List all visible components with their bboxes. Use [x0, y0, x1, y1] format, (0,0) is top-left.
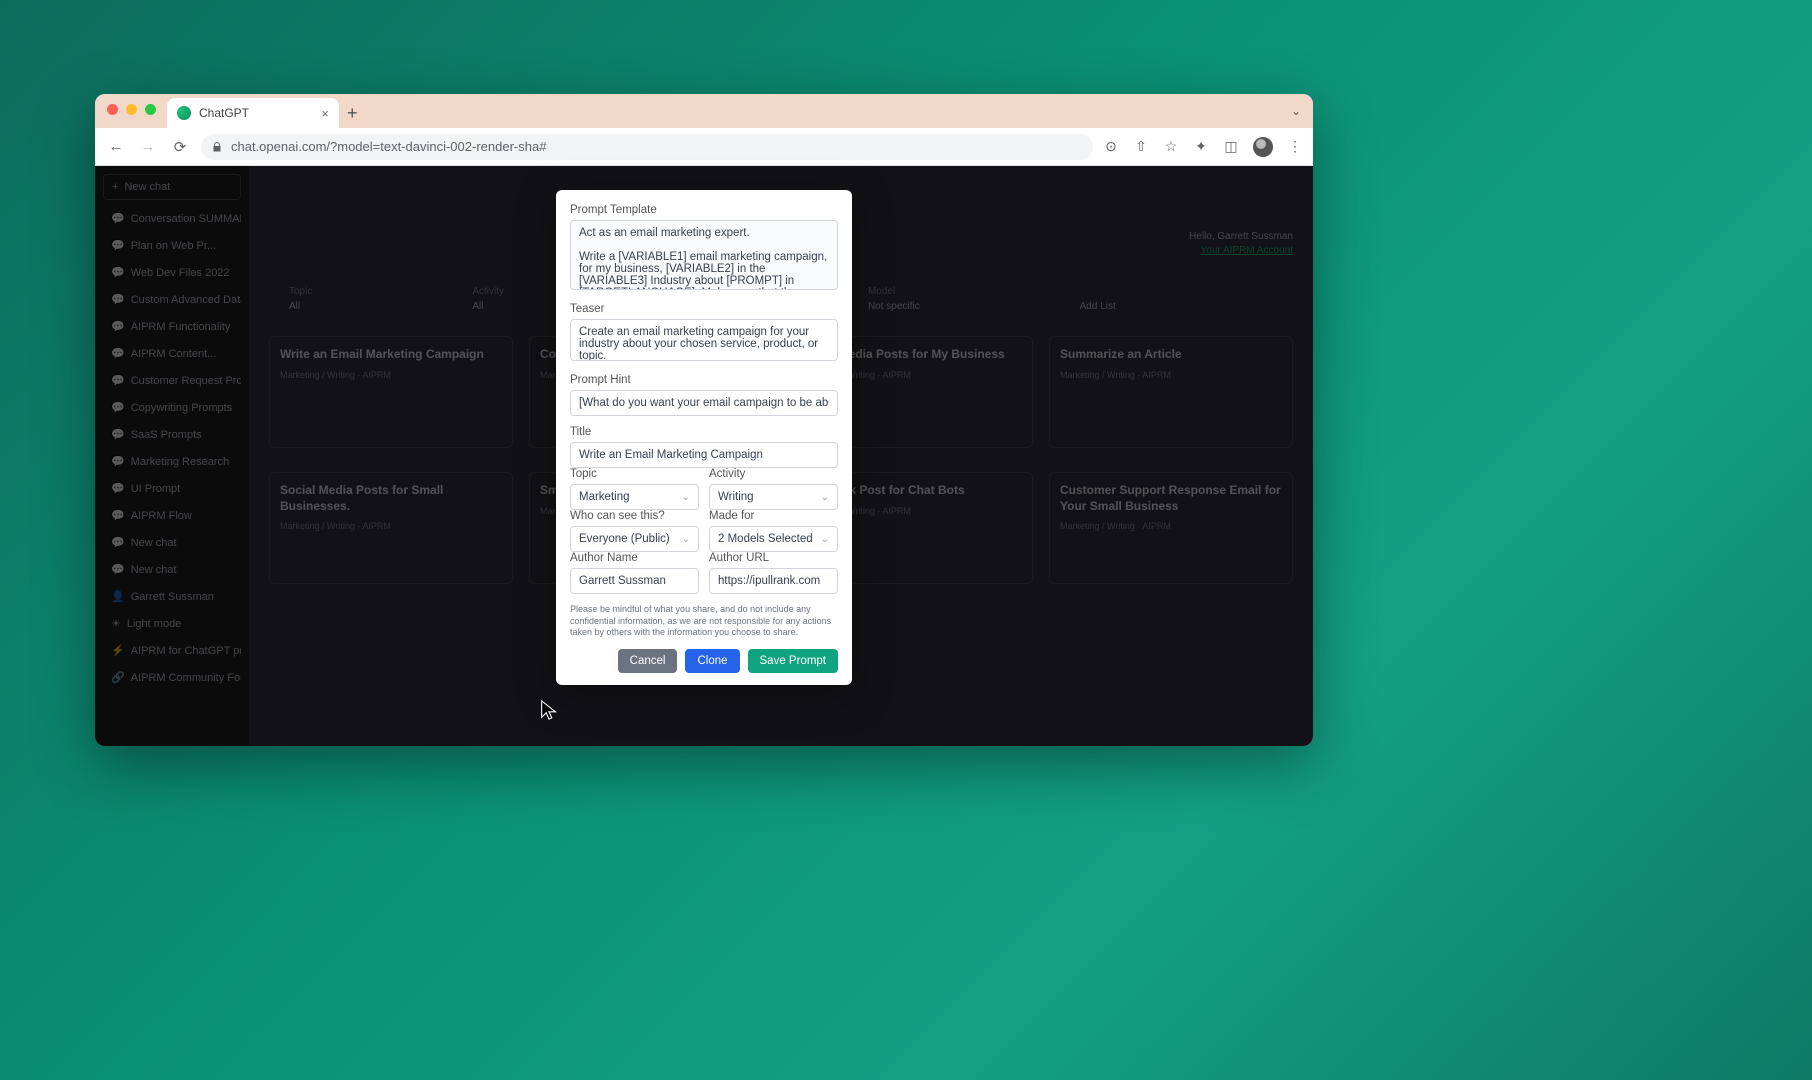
chatgpt-favicon-icon — [177, 106, 191, 120]
author-name-label: Author Name — [570, 552, 699, 564]
close-window-icon[interactable] — [107, 104, 118, 115]
prompt-template-textarea[interactable] — [570, 220, 838, 290]
prompt-template-modal: Prompt Template Teaser Prompt Hint Title… — [556, 190, 852, 685]
title-label: Title — [570, 426, 838, 438]
lock-icon — [211, 141, 223, 153]
url-input[interactable]: chat.openai.com/?model=text-davinci-002-… — [201, 134, 1093, 160]
cancel-button[interactable]: Cancel — [618, 649, 678, 673]
extensions-icon[interactable]: ✦ — [1193, 139, 1209, 155]
chevron-down-icon: ⌄ — [682, 534, 690, 545]
topic-label: Topic — [570, 468, 699, 480]
url-text: chat.openai.com/?model=text-davinci-002-… — [231, 139, 546, 154]
made-for-select[interactable]: 2 Models Selected ⌄ — [709, 526, 838, 552]
browser-window: ChatGPT × + ⌄ ← → ⟳ chat.openai.com/?mod… — [95, 94, 1313, 746]
chevron-down-icon: ⌄ — [821, 492, 829, 503]
new-tab-button[interactable]: + — [347, 103, 358, 128]
sidepanel-icon[interactable]: ◫ — [1223, 139, 1239, 155]
topic-value: Marketing — [579, 491, 630, 503]
back-button[interactable]: ← — [105, 136, 127, 158]
activity-value: Writing — [718, 491, 754, 503]
visibility-value: Everyone (Public) — [579, 533, 670, 545]
minimize-window-icon[interactable] — [126, 104, 137, 115]
prompt-hint-label: Prompt Hint — [570, 374, 838, 386]
browser-tab[interactable]: ChatGPT × — [167, 98, 339, 128]
clone-button[interactable]: Clone — [685, 649, 739, 673]
activity-label: Activity — [709, 468, 838, 480]
bookmark-icon[interactable]: ☆ — [1163, 139, 1179, 155]
prompt-template-label: Prompt Template — [570, 204, 838, 216]
forward-button[interactable]: → — [137, 136, 159, 158]
visibility-select[interactable]: Everyone (Public) ⌄ — [570, 526, 699, 552]
profile-avatar-icon[interactable] — [1253, 137, 1273, 157]
tab-strip: ChatGPT × + ⌄ — [95, 94, 1313, 128]
made-for-label: Made for — [709, 510, 838, 522]
chevron-down-icon: ⌄ — [821, 534, 829, 545]
title-input[interactable] — [570, 442, 838, 468]
toolbar-icons: ⊙ ⇧ ☆ ✦ ◫ ⋮ — [1103, 137, 1303, 157]
modal-actions: Cancel Clone Save Prompt — [570, 649, 838, 673]
tab-title: ChatGPT — [199, 106, 249, 120]
kebab-menu-icon[interactable]: ⋮ — [1287, 139, 1303, 155]
fineprint: Please be mindful of what you share, and… — [570, 604, 838, 639]
maximize-window-icon[interactable] — [145, 104, 156, 115]
prompt-hint-input[interactable] — [570, 390, 838, 416]
search-icon[interactable]: ⊙ — [1103, 139, 1119, 155]
share-icon[interactable]: ⇧ — [1133, 139, 1149, 155]
address-bar: ← → ⟳ chat.openai.com/?model=text-davinc… — [95, 128, 1313, 166]
chevron-down-icon: ⌄ — [682, 492, 690, 503]
close-tab-icon[interactable]: × — [321, 106, 329, 121]
made-for-value: 2 Models Selected — [718, 533, 813, 545]
topic-select[interactable]: Marketing ⌄ — [570, 484, 699, 510]
teaser-label: Teaser — [570, 303, 838, 315]
reload-button[interactable]: ⟳ — [169, 136, 191, 158]
teaser-textarea[interactable] — [570, 319, 838, 361]
tabs-menu-icon[interactable]: ⌄ — [1291, 104, 1301, 118]
window-traffic-lights — [107, 104, 156, 115]
visibility-label: Who can see this? — [570, 510, 699, 522]
save-prompt-button[interactable]: Save Prompt — [748, 649, 838, 673]
author-url-input[interactable] — [709, 568, 838, 594]
page-content: + New chat 💬Conversation SUMMARIZE 💬Plan… — [95, 166, 1313, 746]
activity-select[interactable]: Writing ⌄ — [709, 484, 838, 510]
author-name-input[interactable] — [570, 568, 699, 594]
author-url-label: Author URL — [709, 552, 838, 564]
